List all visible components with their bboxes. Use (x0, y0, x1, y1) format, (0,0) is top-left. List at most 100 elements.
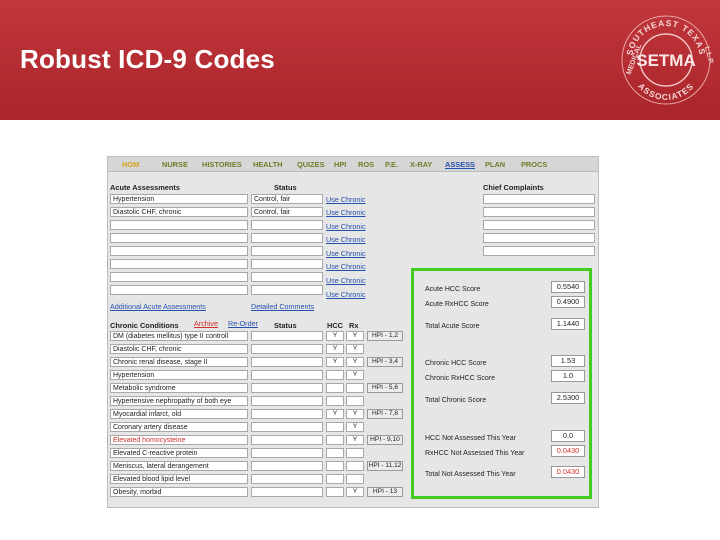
hcc-flag[interactable]: Y (326, 357, 344, 367)
acute-assessment-field[interactable] (110, 272, 248, 282)
nav-home[interactable]: HOM (122, 160, 139, 169)
hcc-flag[interactable] (326, 461, 344, 471)
chronic-condition-field[interactable]: DM (diabetes mellitus) type II controll (110, 331, 248, 341)
hcc-flag[interactable] (326, 435, 344, 445)
rx-flag[interactable] (346, 474, 364, 484)
hcc-flag[interactable] (326, 474, 344, 484)
chronic-status-field[interactable] (251, 448, 323, 458)
acute-status-field[interactable] (251, 233, 323, 243)
nav-nurse[interactable]: NURSE (162, 160, 188, 169)
hpi-button[interactable]: HPI - 1,2 (367, 331, 403, 341)
nav-hpi[interactable]: HPI (334, 160, 346, 169)
hpi-button[interactable]: HPI - 11,12 (367, 461, 403, 471)
hpi-button[interactable]: HPI - 3,4 (367, 357, 403, 367)
chronic-condition-field[interactable]: Coronary artery disease (110, 422, 248, 432)
chief-complaint-field[interactable] (483, 220, 595, 230)
chronic-condition-field[interactable]: Myocardial infarct, old (110, 409, 248, 419)
nav-quizes[interactable]: QUIZES (297, 160, 325, 169)
nav-histories[interactable]: HISTORIES (202, 160, 242, 169)
reorder-link[interactable]: Re-Order (228, 319, 258, 328)
archive-link[interactable]: Archive (194, 319, 218, 328)
hcc-flag[interactable] (326, 396, 344, 406)
hpi-button[interactable]: HPI - 13 (367, 487, 403, 497)
chronic-status-field[interactable] (251, 487, 323, 497)
acute-assessment-field[interactable]: Diastolic CHF, chronic (110, 207, 248, 217)
hpi-button[interactable]: HPI - 7,8 (367, 409, 403, 419)
acute-status-field[interactable] (251, 285, 323, 295)
use-chronic-link[interactable]: Use Chronic (326, 262, 366, 271)
rx-flag[interactable]: Y (346, 370, 364, 380)
chronic-condition-field[interactable]: Diastolic CHF, chronic (110, 344, 248, 354)
hcc-flag[interactable] (326, 422, 344, 432)
rx-flag[interactable]: Y (346, 357, 364, 367)
acute-status-field[interactable] (251, 220, 323, 230)
hcc-flag[interactable] (326, 370, 344, 380)
chronic-status-field[interactable] (251, 344, 323, 354)
nav-ros[interactable]: ROS (358, 160, 374, 169)
chief-complaint-field[interactable] (483, 233, 595, 243)
acute-assessment-field[interactable] (110, 285, 248, 295)
chronic-status-field[interactable] (251, 383, 323, 393)
chronic-status-field[interactable] (251, 370, 323, 380)
acute-status-field[interactable] (251, 246, 323, 256)
hcc-flag[interactable]: Y (326, 344, 344, 354)
rx-flag[interactable]: Y (346, 331, 364, 341)
chronic-condition-field[interactable]: Hypertensive nephropathy of both eye (110, 396, 248, 406)
acute-status-field[interactable]: Control, fair (251, 194, 323, 204)
use-chronic-link[interactable]: Use Chronic (326, 208, 366, 217)
chronic-status-field[interactable] (251, 435, 323, 445)
nav-procs[interactable]: PROCS (521, 160, 547, 169)
rx-flag[interactable]: Y (346, 422, 364, 432)
chronic-condition-field[interactable]: Elevated C-reactive protein (110, 448, 248, 458)
acute-assessment-field[interactable] (110, 220, 248, 230)
chronic-status-field[interactable] (251, 461, 323, 471)
chronic-status-field[interactable] (251, 396, 323, 406)
use-chronic-link[interactable]: Use Chronic (326, 290, 366, 299)
nav-plan[interactable]: PLAN (485, 160, 505, 169)
chronic-status-field[interactable] (251, 422, 323, 432)
rx-flag[interactable]: Y (346, 409, 364, 419)
acute-assessment-field[interactable] (110, 259, 248, 269)
rx-flag[interactable] (346, 396, 364, 406)
use-chronic-link[interactable]: Use Chronic (326, 276, 366, 285)
chronic-condition-field[interactable]: Meniscus, lateral derangement (110, 461, 248, 471)
chronic-status-field[interactable] (251, 357, 323, 367)
rx-flag[interactable] (346, 448, 364, 458)
acute-assessment-field[interactable] (110, 246, 248, 256)
acute-assessment-field[interactable]: Hypertension (110, 194, 248, 204)
acute-status-field[interactable] (251, 272, 323, 282)
nav-assess[interactable]: ASSESS (445, 160, 475, 169)
use-chronic-link[interactable]: Use Chronic (326, 249, 366, 258)
chronic-status-field[interactable] (251, 331, 323, 341)
hcc-flag[interactable] (326, 383, 344, 393)
hcc-flag[interactable] (326, 487, 344, 497)
additional-acute-assessments-link[interactable]: Additional Acute Assessments (110, 302, 206, 311)
nav-health[interactable]: HEALTH (253, 160, 282, 169)
chronic-condition-field[interactable]: Elevated homocysteine (110, 435, 248, 445)
rx-flag[interactable]: Y (346, 344, 364, 354)
acute-assessment-field[interactable] (110, 233, 248, 243)
nav-pe[interactable]: P.E. (385, 160, 398, 169)
acute-status-field[interactable]: Control, fair (251, 207, 323, 217)
chronic-condition-field[interactable]: Obesity, morbid (110, 487, 248, 497)
nav-xray[interactable]: X-RAY (410, 160, 432, 169)
hcc-flag[interactable] (326, 448, 344, 458)
use-chronic-link[interactable]: Use Chronic (326, 222, 366, 231)
rx-flag[interactable]: Y (346, 487, 364, 497)
hpi-button[interactable]: HPI - 5,6 (367, 383, 403, 393)
chronic-condition-field[interactable]: Hypertension (110, 370, 248, 380)
chief-complaint-field[interactable] (483, 194, 595, 204)
chief-complaint-field[interactable] (483, 207, 595, 217)
chronic-status-field[interactable] (251, 409, 323, 419)
use-chronic-link[interactable]: Use Chronic (326, 235, 366, 244)
chronic-condition-field[interactable]: Metabolic syndrome (110, 383, 248, 393)
chronic-condition-field[interactable]: Chronic renal disease, stage II (110, 357, 248, 367)
rx-flag[interactable] (346, 461, 364, 471)
rx-flag[interactable] (346, 383, 364, 393)
chief-complaint-field[interactable] (483, 246, 595, 256)
chronic-status-field[interactable] (251, 474, 323, 484)
chronic-condition-field[interactable]: Elevated blood lipid level (110, 474, 248, 484)
hcc-flag[interactable]: Y (326, 409, 344, 419)
hpi-button[interactable]: HPI - 9,10 (367, 435, 403, 445)
hcc-flag[interactable]: Y (326, 331, 344, 341)
